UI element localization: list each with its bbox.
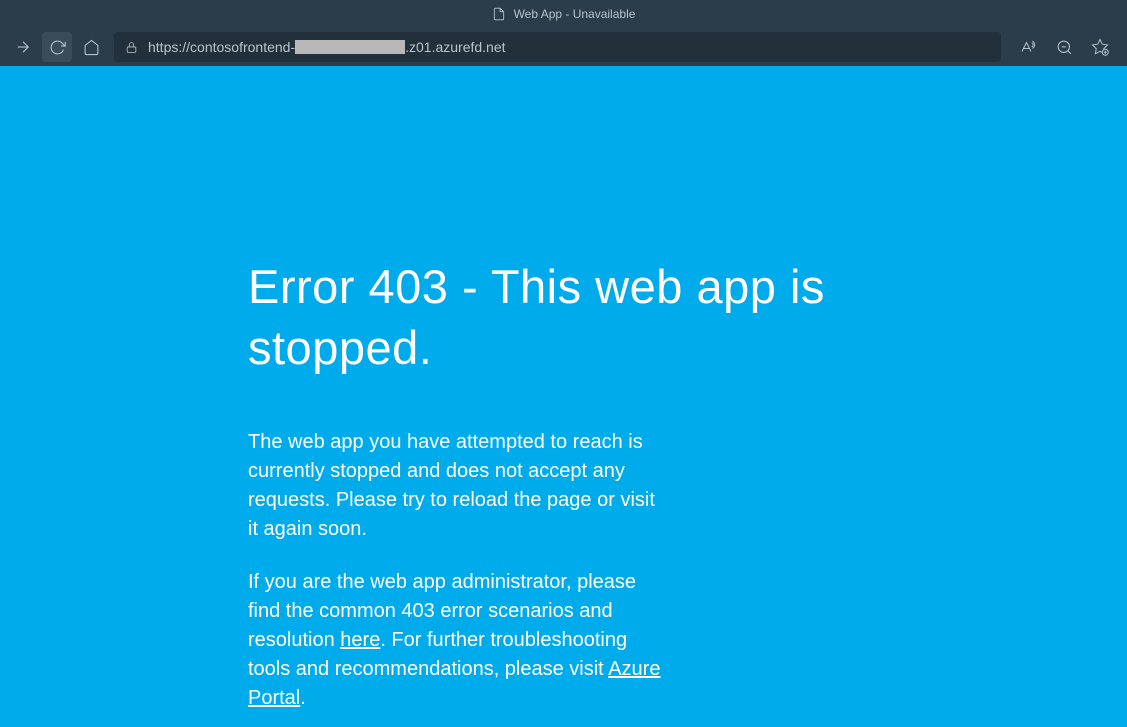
favorites-icon[interactable] bbox=[1087, 34, 1113, 60]
nav-buttons bbox=[8, 32, 106, 62]
error-title: Error 403 - This web app is stopped. bbox=[248, 256, 908, 378]
url-redacted-segment bbox=[295, 40, 405, 54]
lock-icon bbox=[124, 40, 138, 54]
refresh-button[interactable] bbox=[42, 32, 72, 62]
address-bar[interactable]: https://contosofrontend- .z01.azurefd.net bbox=[114, 32, 1001, 62]
document-icon bbox=[492, 7, 506, 21]
toolbar-right bbox=[1009, 34, 1119, 60]
tab-title: Web App - Unavailable bbox=[514, 7, 636, 21]
toolbar: https://contosofrontend- .z01.azurefd.net bbox=[0, 28, 1127, 66]
zoom-icon[interactable] bbox=[1051, 34, 1077, 60]
url-protocol: https:// bbox=[148, 39, 190, 55]
url-host-prefix: contosofrontend- bbox=[190, 39, 295, 55]
browser-tab[interactable]: Web App - Unavailable bbox=[480, 3, 648, 25]
read-aloud-icon[interactable] bbox=[1015, 34, 1041, 60]
home-button[interactable] bbox=[76, 32, 106, 62]
tab-bar: Web App - Unavailable bbox=[0, 0, 1127, 28]
error-p2-part3: . bbox=[300, 687, 306, 709]
error-paragraph-1: The web app you have attempted to reach … bbox=[248, 428, 668, 544]
error-container: Error 403 - This web app is stopped. The… bbox=[248, 256, 908, 713]
forward-button[interactable] bbox=[8, 32, 38, 62]
page-content: Error 403 - This web app is stopped. The… bbox=[0, 66, 1127, 727]
url-host-suffix: .z01.azurefd.net bbox=[405, 39, 505, 55]
url-text: https://contosofrontend- .z01.azurefd.net bbox=[148, 39, 506, 55]
error-paragraph-2: If you are the web app administrator, pl… bbox=[248, 568, 668, 713]
here-link[interactable]: here bbox=[340, 629, 380, 651]
